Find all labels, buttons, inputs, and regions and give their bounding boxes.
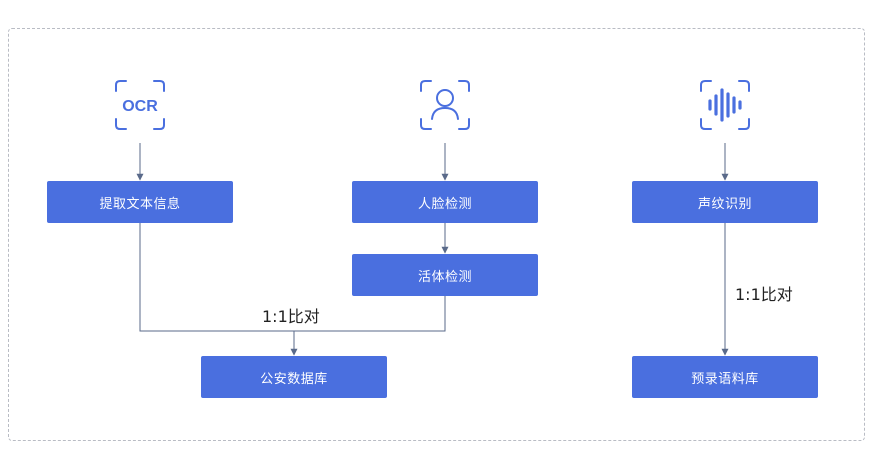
extract-text-label: 提取文本信息 [99, 196, 181, 212]
compare-label-right: 1:1比对 [735, 285, 793, 304]
face-detect-label: 人脸检测 [417, 196, 472, 212]
corpus-db-box: 预录语料库 [632, 356, 818, 398]
police-db-box: 公安数据库 [201, 356, 387, 398]
svg-text:OCR: OCR [122, 98, 158, 115]
voiceprint-icon [700, 80, 750, 130]
face-scan-icon [420, 80, 470, 130]
corpus-db-label: 预录语料库 [691, 371, 759, 387]
face-detect-box: 人脸检测 [352, 181, 538, 223]
extract-text-box: 提取文本信息 [47, 181, 233, 223]
voiceprint-box: 声纹识别 [632, 181, 818, 223]
compare-label-left: 1:1比对 [262, 307, 320, 326]
liveness-box: 活体检测 [352, 254, 538, 296]
ocr-icon: OCR [115, 80, 165, 130]
voiceprint-label: 声纹识别 [697, 196, 752, 212]
liveness-label: 活体检测 [417, 269, 472, 285]
police-db-label: 公安数据库 [260, 371, 328, 387]
